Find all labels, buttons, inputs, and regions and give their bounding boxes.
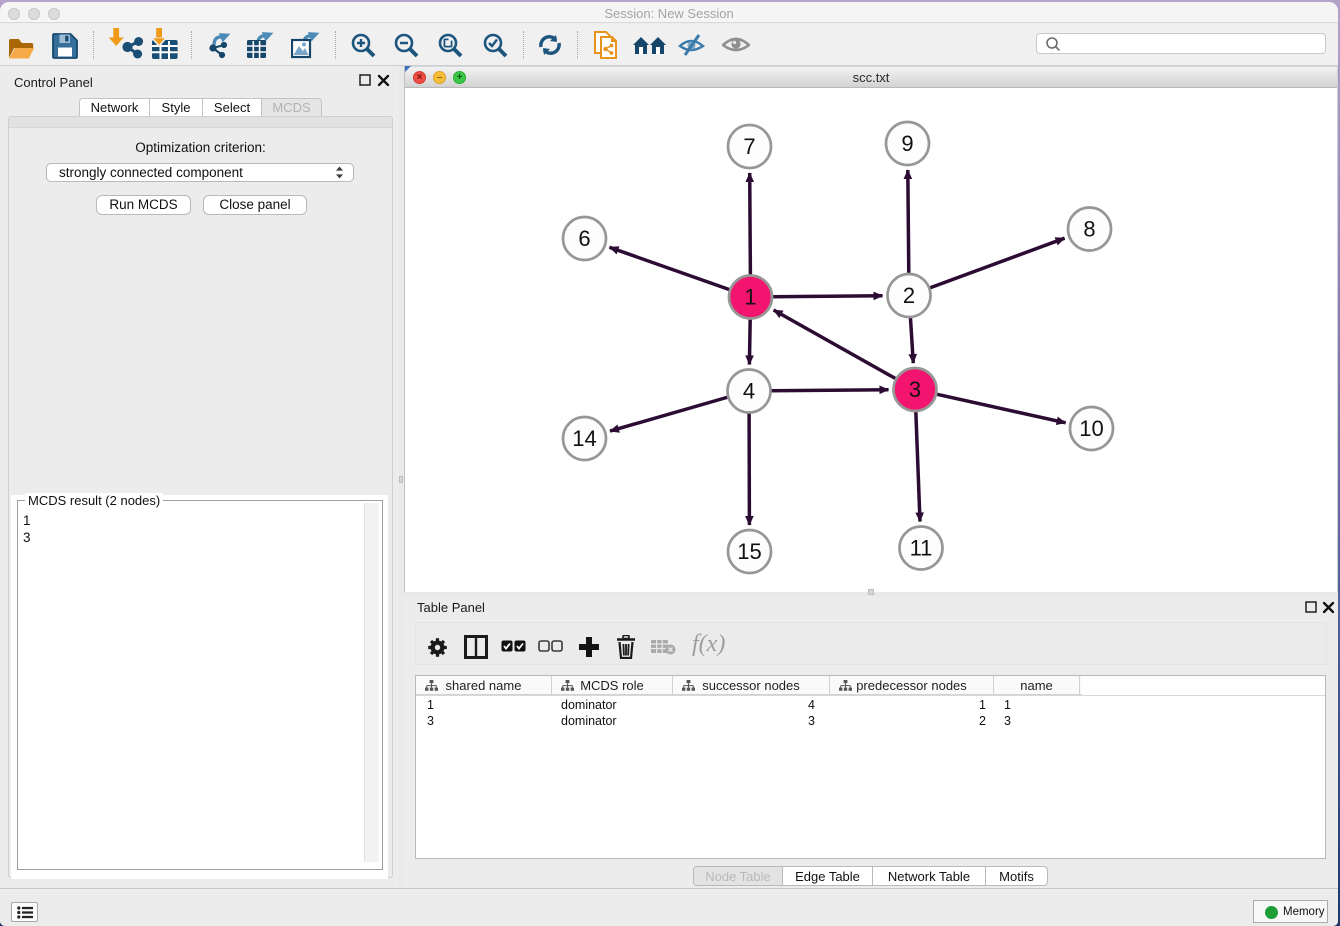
svg-text:10: 10: [1079, 416, 1103, 441]
svg-text:7: 7: [743, 134, 755, 159]
svg-text:6: 6: [578, 226, 590, 251]
svg-text:2: 2: [903, 283, 915, 308]
svg-text:8: 8: [1083, 217, 1095, 242]
svg-text:3: 3: [909, 377, 921, 402]
svg-text:11: 11: [910, 536, 933, 561]
svg-text:4: 4: [743, 379, 755, 404]
svg-text:9: 9: [901, 131, 913, 156]
svg-text:15: 15: [737, 539, 761, 564]
svg-text:14: 14: [572, 426, 596, 451]
svg-text:1: 1: [744, 285, 756, 310]
